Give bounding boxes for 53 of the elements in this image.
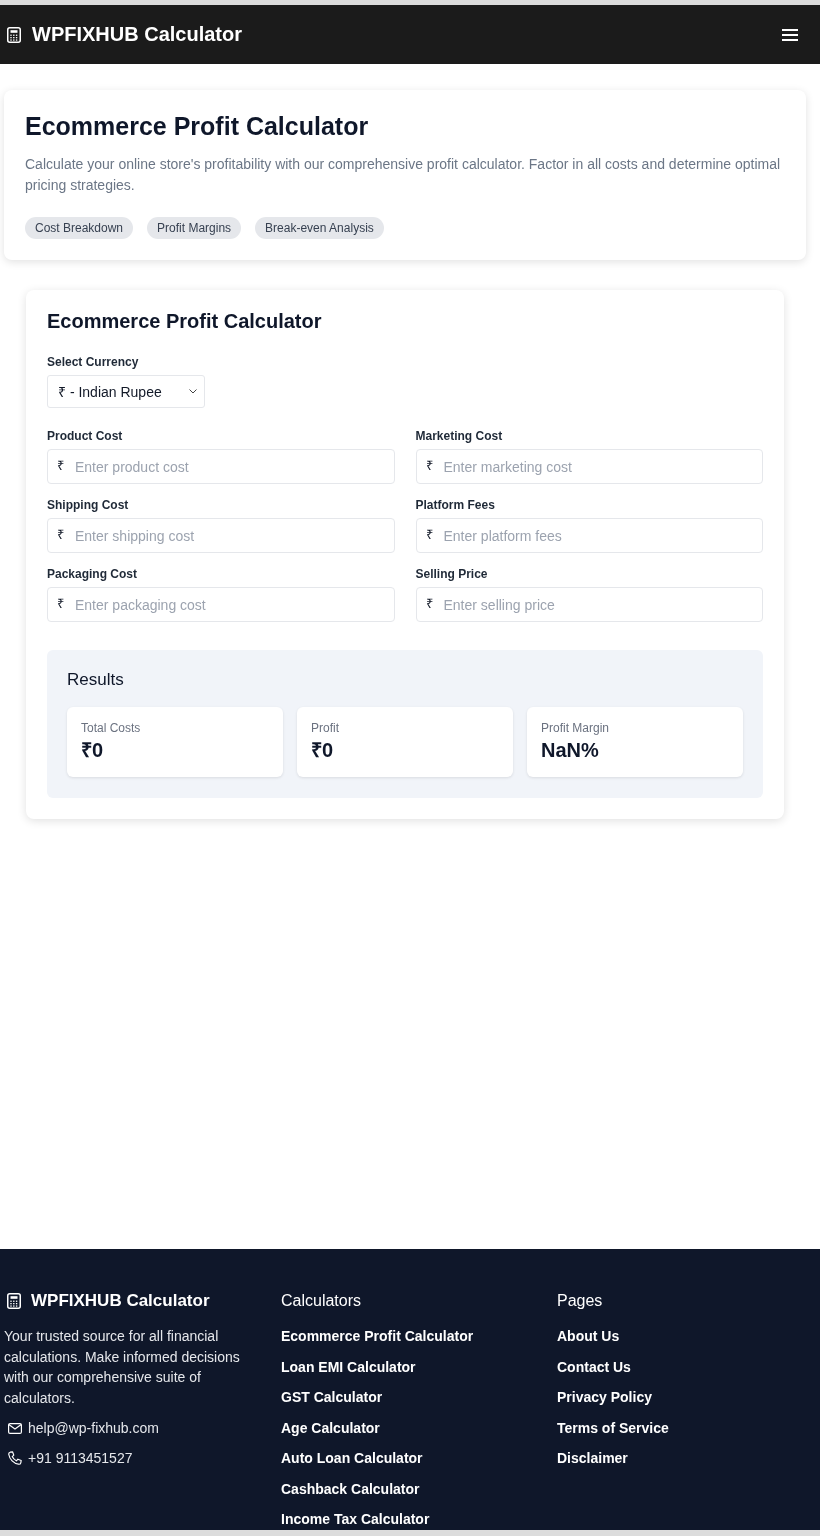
result-value: ₹0 [311,738,335,763]
calculator-title: Ecommerce Profit Calculator [47,309,323,334]
phone-number: +91 9113451527 [28,1450,133,1466]
chevron-down-icon [189,389,197,394]
currency-select[interactable]: ₹ - Indian Rupee [47,375,205,408]
field-label: Selling Price [415,566,489,582]
page-description: Calculate your online store's profitability with our comprehensive profit calculator. Factor in all costs and determine optimal pricing strategies. [25,155,782,195]
field-label: Packaging Cost [47,566,139,582]
result-label: Profit [311,720,340,736]
field-label: Select Currency [47,354,140,370]
page-title: Ecommerce Profit Calculator [25,111,370,142]
footer-description: Your trusted source for all financial calculations. Make informed decisions with our comprehensive suite of calculators. [4,1327,241,1408]
mail-icon [8,1422,22,1434]
footer-link[interactable]: Contact Us [557,1356,631,1377]
result-label: Total Costs [81,720,142,736]
results-title: Results [67,669,125,691]
feature-tag: Profit Margins [147,217,242,239]
currency-prefix: ₹ [425,458,433,474]
footer-link[interactable]: Terms of Service [557,1417,669,1438]
feature-tag: Break-even Analysis [255,217,384,239]
site-title[interactable]: WPFIXHUB Calculator [32,23,243,46]
footer-heading: Calculators [281,1291,363,1311]
menu-button[interactable] [782,28,798,41]
currency-prefix: ₹ [57,527,64,543]
result-value: ₹0 [81,738,105,763]
currency-prefix: ₹ [57,596,64,612]
footer-link[interactable]: Disclaimer [557,1448,628,1468]
calculator-icon [7,26,21,43]
footer-heading: Pages [557,1291,604,1311]
field-label: Marketing Cost [415,428,504,444]
email-address: help@wp-fixhub.com [28,1420,159,1436]
footer-link[interactable]: Income Tax Calculator [281,1509,430,1529]
menu-icon [782,28,798,41]
footer-link[interactable]: Ecommerce Profit Calculator [281,1326,474,1346]
footer-link[interactable]: Age Calculator [281,1417,380,1438]
result-label: Profit Margin [541,720,611,736]
calculator-icon [7,1293,21,1309]
footer-link[interactable]: Loan EMI Calculator [281,1356,416,1377]
footer-link[interactable]: GST Calculator [281,1387,383,1407]
currency-prefix: ₹ [425,527,433,543]
feature-tag: Cost Breakdown [25,217,134,239]
field-label: Platform Fees [415,497,496,513]
footer-link[interactable]: Auto Loan Calculator [281,1448,423,1468]
currency-prefix: ₹ [57,458,64,474]
footer-link[interactable]: Privacy Policy [557,1387,652,1407]
field-label: Product Cost [47,428,124,444]
field-label: Shipping Cost [47,497,130,513]
currency-prefix: ₹ [425,596,433,612]
footer-link[interactable]: About Us [557,1326,620,1346]
footer-link[interactable]: Cashback Calculator [281,1478,420,1499]
footer-title: WPFIXHUB Calculator [31,1291,210,1311]
result-value: NaN% [541,738,600,763]
phone-icon [8,1451,22,1465]
